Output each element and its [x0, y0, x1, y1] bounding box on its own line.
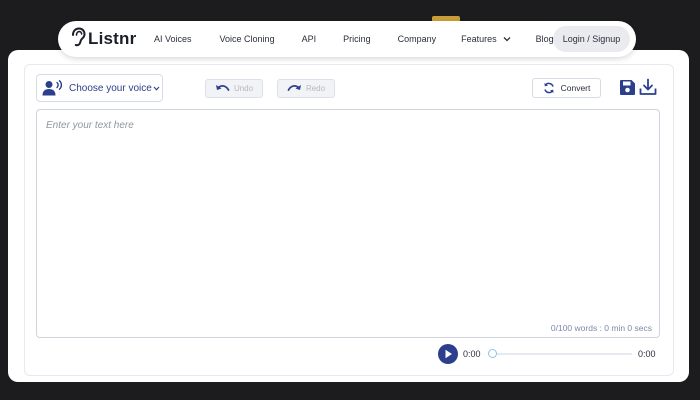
speaking-person-icon: [42, 80, 64, 96]
nav-item-voice-cloning[interactable]: Voice Cloning: [220, 34, 275, 44]
nav-item-company[interactable]: Company: [398, 34, 437, 44]
convert-button[interactable]: Convert: [532, 78, 601, 98]
redo-label: Redo: [305, 84, 326, 93]
nav-item-blog[interactable]: Blog: [536, 34, 554, 44]
nav-item-ai-voices[interactable]: AI Voices: [154, 34, 192, 44]
redo-button[interactable]: Redo: [277, 79, 335, 98]
download-icon[interactable]: [639, 78, 657, 101]
nav-item-features[interactable]: Features: [461, 34, 511, 44]
progress-track[interactable]: [492, 353, 632, 355]
nav-item-pricing[interactable]: Pricing: [343, 34, 371, 44]
save-icon[interactable]: [619, 79, 636, 101]
chevron-down-icon: [503, 36, 511, 42]
chevron-down-icon: [153, 86, 160, 91]
bottom-band: [0, 382, 700, 400]
nav-item-features-label: Features: [461, 34, 497, 44]
top-navbar: Listnr AI Voices Voice Cloning API Prici…: [58, 21, 636, 57]
refresh-icon: [543, 82, 555, 94]
convert-label: Convert: [560, 83, 591, 93]
logo-text: Listnr: [88, 29, 137, 48]
progress-thumb[interactable]: [488, 349, 497, 358]
word-count: 0/100 words : 0 min 0 secs: [550, 323, 652, 333]
current-time: 0:00: [463, 349, 481, 359]
undo-button[interactable]: Undo: [205, 79, 263, 98]
undo-icon: [215, 84, 230, 93]
voice-select-label: Choose your voice: [69, 82, 152, 94]
text-placeholder: Enter your text here: [46, 120, 134, 131]
background-strip: [0, 0, 700, 22]
play-button[interactable]: [438, 344, 458, 364]
page: Listnr AI Voices Voice Cloning API Prici…: [0, 0, 700, 400]
undo-label: Undo: [233, 84, 254, 93]
redo-icon: [287, 84, 302, 93]
login-signup-button[interactable]: Login / Signup: [553, 26, 630, 52]
voice-select[interactable]: Choose your voice: [36, 74, 163, 102]
end-time: 0:00: [638, 349, 656, 359]
nav-menu: AI Voices Voice Cloning API Pricing Comp…: [148, 34, 554, 44]
play-icon: [444, 349, 453, 359]
nav-item-api[interactable]: API: [302, 34, 317, 44]
text-input-area[interactable]: Enter your text here 0/100 words : 0 min…: [36, 109, 660, 338]
logo[interactable]: Listnr: [70, 26, 137, 52]
ear-icon: [70, 26, 86, 52]
